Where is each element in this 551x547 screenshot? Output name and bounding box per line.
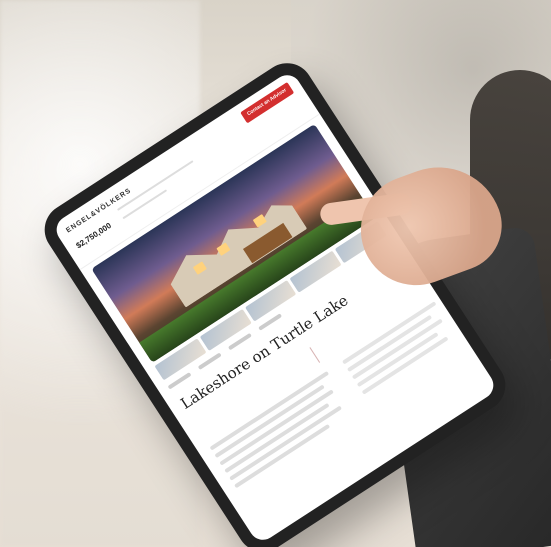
- headline-divider: [309, 347, 321, 363]
- contact-advisor-button[interactable]: Contact an Advisor: [240, 82, 295, 124]
- address-line: [116, 160, 194, 211]
- tablet-photo-scene: ENGEL&VÖLKERS Contact an Advisor $2,750,…: [0, 0, 551, 547]
- description-column-right: [342, 301, 459, 399]
- description-column-left: [209, 370, 357, 493]
